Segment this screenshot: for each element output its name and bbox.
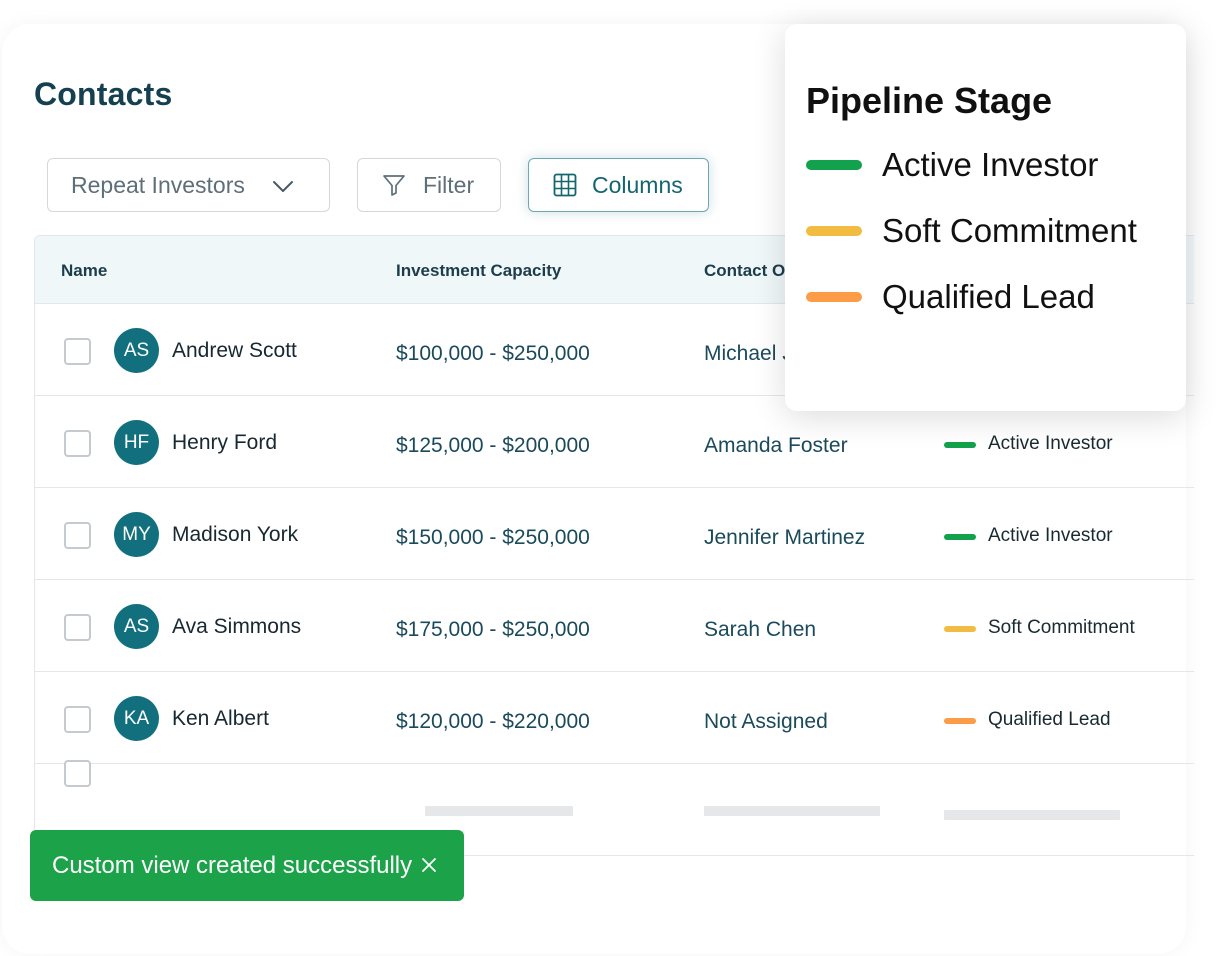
investment-capacity: $125,000 - $200,000 [396,434,590,457]
avatar: AS [114,328,159,373]
pipeline-stage-label: Soft Commitment [988,617,1135,638]
contact-name[interactable]: Ken Albert [172,707,269,731]
chevron-down-icon [273,181,293,192]
contact-name[interactable]: Madison York [172,523,298,547]
table-row[interactable]: KA Ken Albert $120,000 - $220,000 Not As… [35,672,1194,764]
pipeline-stage-label: Active Investor [988,433,1113,454]
page-title: Contacts [34,76,173,112]
row-checkbox[interactable] [64,760,91,787]
row-checkbox[interactable] [64,338,91,365]
view-select-value: Repeat Investors [71,171,245,198]
row-checkbox[interactable] [64,522,91,549]
columns-button-label: Columns [592,171,683,198]
pipeline-stage-indicator [944,626,976,632]
pipeline-stage-label: Qualified Lead [988,709,1111,730]
toast-message: Custom view created successfully [52,851,413,879]
popover-title: Pipeline Stage [806,80,1053,121]
stage-option-label: Soft Commitment [882,212,1137,249]
avatar: MY [114,512,159,557]
contact-name[interactable]: Andrew Scott [172,339,297,363]
loading-placeholder [704,806,880,816]
contact-owner: Michael J [704,342,793,365]
contact-owner: Not Assigned [704,710,828,733]
close-icon[interactable] [418,854,440,876]
pipeline-stage-option[interactable]: Qualified Lead [806,277,1095,317]
loading-placeholder [425,806,573,816]
investment-capacity: $175,000 - $250,000 [396,618,590,641]
stage-option-label: Active Investor [882,146,1099,183]
column-header-name[interactable]: Name [61,261,107,281]
pipeline-stage-indicator [944,718,976,724]
stage-color-swatch [806,226,862,236]
view-select-dropdown[interactable]: Repeat Investors [47,158,330,212]
filter-button[interactable]: Filter [357,158,501,212]
avatar: KA [114,696,159,741]
contact-name[interactable]: Ava Simmons [172,615,301,639]
filter-button-label: Filter [423,171,475,198]
pipeline-stage-option[interactable]: Soft Commitment [806,211,1137,251]
column-header-contact-owner[interactable]: Contact O [704,261,785,281]
pipeline-stage-indicator [944,442,976,448]
table-row[interactable]: MY Madison York $150,000 - $250,000 Jenn… [35,488,1194,580]
stage-color-swatch [806,160,862,170]
success-toast: Custom view created successfully [30,830,464,901]
pipeline-stage-popover: Pipeline Stage Active Investor Soft Comm… [785,24,1186,411]
contact-owner: Sarah Chen [704,618,817,641]
row-checkbox[interactable] [64,430,91,457]
investment-capacity: $100,000 - $250,000 [396,342,590,365]
investment-capacity: $120,000 - $220,000 [396,710,590,733]
stage-option-label: Qualified Lead [882,278,1095,315]
investment-capacity: $150,000 - $250,000 [396,526,590,549]
row-checkbox[interactable] [64,706,91,733]
contact-owner: Amanda Foster [704,434,848,457]
filter-icon [383,175,405,196]
contact-owner: Jennifer Martinez [704,526,866,549]
avatar: AS [114,604,159,649]
pipeline-stage-label: Active Investor [988,525,1113,546]
stage-color-swatch [806,292,862,302]
contact-name[interactable]: Henry Ford [172,431,277,455]
table-grid-icon [553,173,577,197]
loading-placeholder [944,810,1120,820]
row-checkbox[interactable] [64,614,91,641]
avatar: HF [114,420,159,465]
table-row[interactable]: AS Ava Simmons $175,000 - $250,000 Sarah… [35,580,1194,672]
columns-button[interactable]: Columns [528,158,709,212]
column-header-investment-capacity[interactable]: Investment Capacity [396,261,561,281]
pipeline-stage-indicator [944,534,976,540]
pipeline-stage-option[interactable]: Active Investor [806,145,1098,185]
